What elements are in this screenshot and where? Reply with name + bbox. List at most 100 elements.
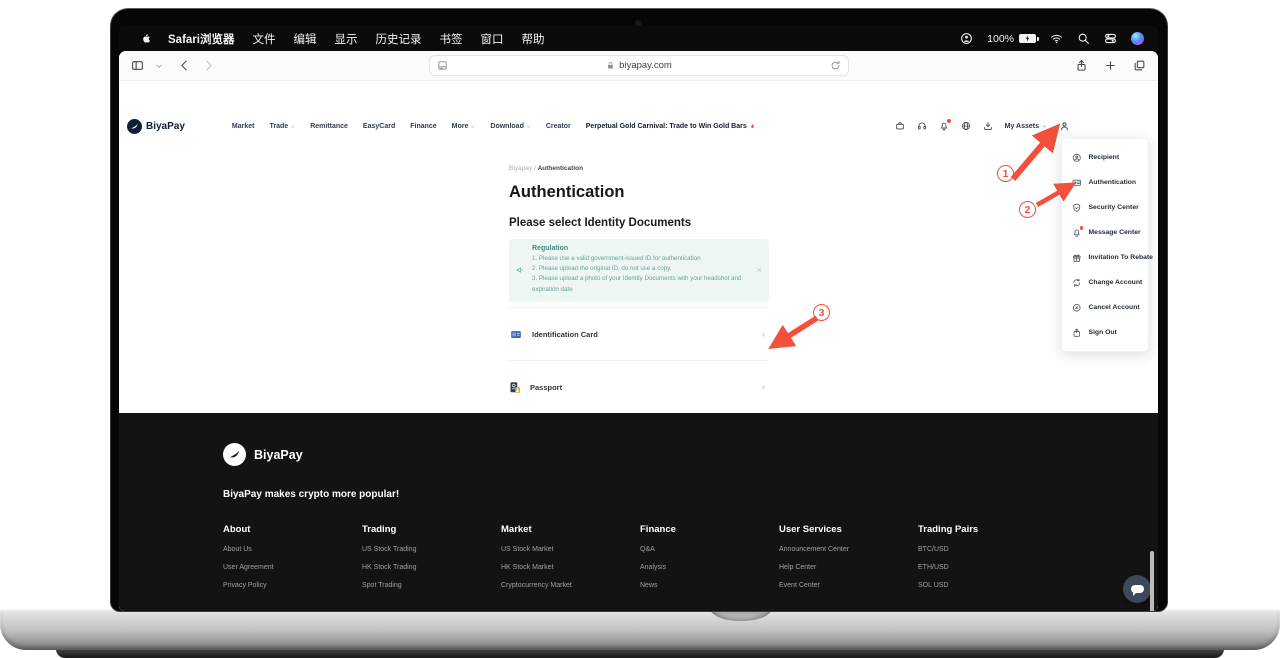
id-card-icon	[1072, 178, 1082, 188]
laptop-screen: Safari浏览器 文件 编辑 显示 历史记录 书签 窗口 帮助 100%	[110, 8, 1168, 612]
avatar-button[interactable]	[1059, 121, 1070, 132]
footer-column-trading-pairs: Trading Pairs BTC/USD ETH/USD SOL USD	[918, 524, 1057, 589]
battery-percent: 100%	[987, 33, 1014, 45]
breadcrumb: Biyapay / Authentication	[509, 165, 583, 172]
nav-item-remittance[interactable]: Remittance	[310, 123, 348, 130]
nav-item-more[interactable]: More	[452, 123, 476, 130]
control-center-icon[interactable]	[1104, 32, 1117, 45]
address-bar[interactable]: biyapay.com	[429, 55, 849, 76]
download-app-icon[interactable]	[983, 121, 993, 131]
footer-link[interactable]: Help Center	[779, 564, 918, 571]
identification-card-row[interactable]: Identification Card ›	[509, 307, 769, 360]
dropdown-item-cancel-account[interactable]: Cancel Account	[1062, 295, 1148, 320]
share-icon[interactable]	[1075, 59, 1088, 72]
close-icon[interactable]: ×	[757, 265, 762, 275]
user-switch-icon[interactable]	[960, 32, 973, 45]
reload-icon[interactable]	[830, 60, 841, 71]
nav-item-creator[interactable]: Creator	[546, 123, 571, 130]
dropdown-item-message-center[interactable]: Message Center	[1062, 220, 1148, 245]
footer-link[interactable]: US Stock Trading	[362, 546, 501, 553]
menubar-menu-view[interactable]: 显示	[334, 31, 357, 47]
footer-link[interactable]: About Us	[223, 546, 362, 553]
footer-link[interactable]: Q&A	[640, 546, 779, 553]
dropdown-item-sign-out[interactable]: Sign Out	[1062, 320, 1148, 345]
tab-overview-icon[interactable]	[1133, 59, 1146, 72]
macos-menubar: Safari浏览器 文件 编辑 显示 历史记录 书签 窗口 帮助 100%	[119, 26, 1158, 51]
forward-button-icon[interactable]	[202, 59, 215, 72]
menubar-menu-bookmarks[interactable]: 书签	[439, 31, 462, 47]
menubar-app-name[interactable]: Safari浏览器	[168, 31, 234, 47]
sidebar-chevron-icon[interactable]	[155, 62, 163, 70]
notifications-bell-icon[interactable]	[939, 121, 949, 131]
dropdown-item-invitation-to-rebate[interactable]: Invitation To Rebate	[1062, 245, 1148, 270]
site-footer: BiyaPay BiyaPay makes crypto more popula…	[119, 413, 1158, 611]
footer-link[interactable]: Event Center	[779, 582, 918, 589]
footer-link[interactable]: HK Stock Trading	[362, 564, 501, 571]
footer-link[interactable]: User Agreement	[223, 564, 362, 571]
biyapay-logo-icon	[223, 443, 246, 466]
dropdown-item-change-account[interactable]: Change Account	[1062, 270, 1148, 295]
breadcrumb-root[interactable]: Biyapay	[509, 165, 532, 172]
apple-menu-icon[interactable]	[141, 32, 153, 45]
gift-icon	[1072, 253, 1082, 263]
language-globe-icon[interactable]	[961, 121, 971, 131]
footer-column-finance: Finance Q&A Analysis News	[640, 524, 779, 589]
chevron-right-icon: ›	[762, 382, 765, 392]
menubar-menu-history[interactable]: 历史记录	[375, 31, 421, 47]
regulation-title: Regulation	[532, 245, 753, 252]
footer-link[interactable]: Privacy Policy	[223, 582, 362, 589]
menubar-menu-window[interactable]: 窗口	[480, 31, 503, 47]
nav-item-download[interactable]: Download	[490, 123, 530, 130]
menubar-menu-help[interactable]: 帮助	[521, 31, 544, 47]
battery-status[interactable]: 100%	[987, 33, 1036, 45]
laptop-base	[0, 608, 1280, 650]
nav-item-promo-banner[interactable]: Perpetual Gold Carnival: Trade to Win Go…	[586, 123, 756, 130]
nav-item-market[interactable]: Market	[232, 123, 255, 130]
biyapay-logo[interactable]: BiyaPay	[127, 119, 185, 134]
scrollbar-thumb[interactable]	[1150, 551, 1154, 611]
breadcrumb-current: Authentication	[538, 165, 584, 172]
footer-column-user-services: User Services Announcement Center Help C…	[779, 524, 918, 589]
footer-link[interactable]: Spot Trading	[362, 582, 501, 589]
footer-link[interactable]: ETH/USD	[918, 564, 1057, 571]
identity-document-list: Identification Card › Passport ›	[509, 307, 769, 413]
footer-link[interactable]: Announcement Center	[779, 546, 918, 553]
orders-briefcase-icon[interactable]	[895, 121, 905, 131]
dropdown-item-authentication[interactable]: Authentication	[1062, 170, 1148, 195]
menubar-menu-edit[interactable]: 编辑	[293, 31, 316, 47]
breadcrumb-separator: /	[534, 165, 536, 172]
footer-link[interactable]: BTC/USD	[918, 546, 1057, 553]
passport-row[interactable]: Passport ›	[509, 360, 769, 413]
nav-item-finance[interactable]: Finance	[410, 123, 436, 130]
nav-item-easycard[interactable]: EasyCard	[363, 123, 395, 130]
dropdown-item-recipient[interactable]: Recipient	[1062, 145, 1148, 170]
footer-link[interactable]: SOL USD	[918, 582, 1057, 589]
sidebar-toggle-icon[interactable]	[131, 59, 144, 72]
chevron-down-icon	[290, 124, 295, 129]
footer-link[interactable]: Cryptocurrency Market	[501, 582, 640, 589]
chat-widget-button[interactable]	[1123, 575, 1151, 603]
site-navbar: BiyaPay Market Trade Remittance EasyCard…	[119, 111, 1158, 141]
siri-icon[interactable]	[1131, 32, 1144, 45]
spotlight-search-icon[interactable]	[1077, 32, 1090, 45]
page-settings-icon[interactable]	[437, 60, 448, 71]
support-headset-icon[interactable]	[917, 121, 927, 131]
wifi-icon[interactable]	[1050, 32, 1063, 45]
back-button-icon[interactable]	[178, 59, 191, 72]
my-assets-menu[interactable]: My Assets	[1005, 123, 1047, 130]
biyapay-logo-text: BiyaPay	[146, 121, 185, 132]
footer-tagline: BiyaPay makes crypto more popular!	[223, 489, 1158, 500]
footer-link[interactable]: US Stock Market	[501, 546, 640, 553]
menubar-menu-file[interactable]: 文件	[252, 31, 275, 47]
new-tab-icon[interactable]	[1104, 59, 1117, 72]
footer-link[interactable]: News	[640, 582, 779, 589]
footer-link[interactable]: HK Stock Market	[501, 564, 640, 571]
footer-link[interactable]: Analysis	[640, 564, 779, 571]
dropdown-item-security-center[interactable]: Security Center	[1062, 195, 1148, 220]
notification-dot	[947, 119, 951, 123]
footer-logo: BiyaPay	[223, 443, 1158, 466]
nav-item-trade[interactable]: Trade	[270, 123, 296, 130]
page-title: Authentication	[509, 183, 625, 202]
footer-column-about: About About Us User Agreement Privacy Po…	[223, 524, 362, 589]
bell-icon	[1072, 228, 1082, 238]
